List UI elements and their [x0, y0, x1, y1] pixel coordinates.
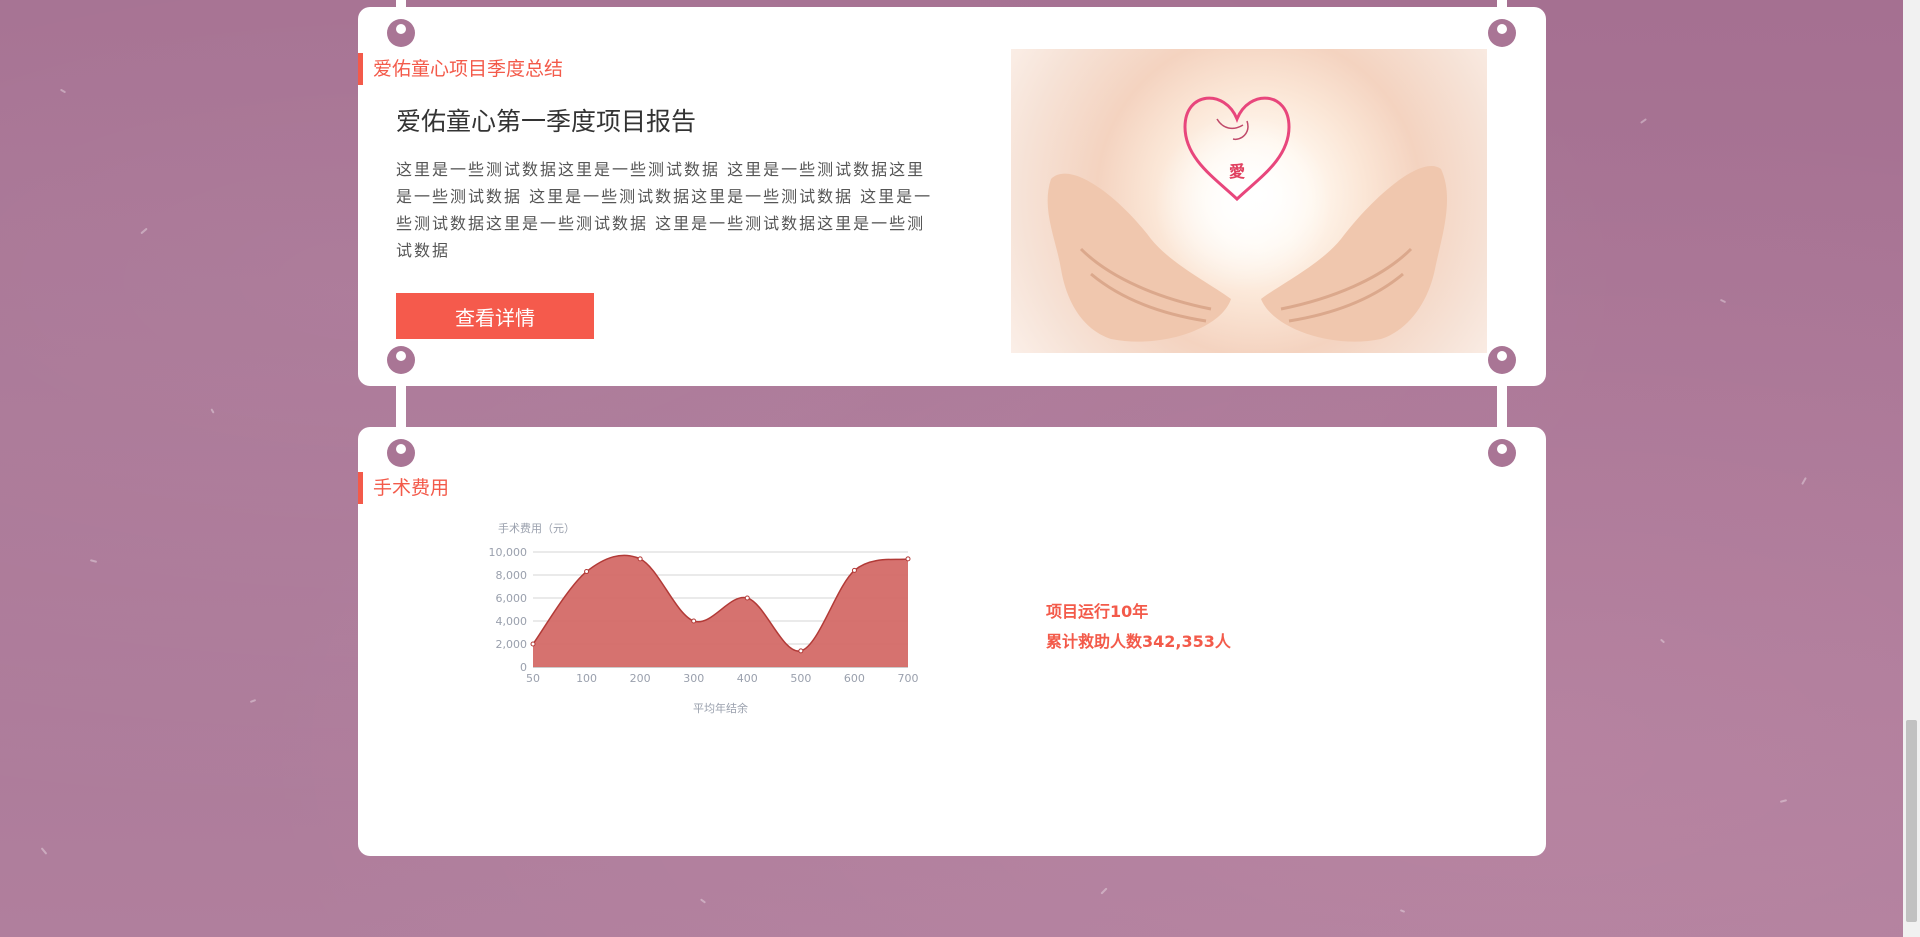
- x-tick-label: 500: [790, 672, 811, 685]
- x-tick-label: 600: [844, 672, 865, 685]
- report-title: 爱佑童心第一季度项目报告: [396, 107, 697, 136]
- surgery-cost-chart: 0 2,000 4,000 6,000 8,000 10,000 50 100 200 300 40…: [458, 517, 988, 757]
- x-tick-label: 400: [737, 672, 758, 685]
- x-tick-label: 300: [683, 672, 704, 685]
- y-tick-label: 6,000: [496, 592, 528, 605]
- y-tick-label: 10,000: [489, 546, 528, 559]
- x-tick-label: 50: [526, 672, 540, 685]
- section-heading-summary: 爱佑童心项目季度总结: [358, 53, 563, 85]
- ring-hole-icon: [387, 19, 415, 47]
- page-scrollbar[interactable]: [1903, 0, 1920, 937]
- data-point: [530, 641, 536, 647]
- data-point: [798, 648, 804, 654]
- y-tick-label: 2,000: [496, 638, 528, 651]
- y-axis-title: 手术费用（元）: [498, 521, 575, 535]
- connector-post-right: [1497, 386, 1507, 428]
- ring-hole-icon: [1488, 19, 1516, 47]
- data-point: [691, 618, 697, 624]
- ring-hole-icon: [1488, 439, 1516, 467]
- scrollbar-thumb[interactable]: [1906, 720, 1917, 922]
- data-point: [637, 556, 643, 562]
- x-axis-title: 平均年结余: [693, 701, 748, 715]
- report-card: 爱佑童心项目季度总结 爱佑童心第一季度项目报告 这里是一些测试数据这里是一些测试…: [358, 7, 1546, 386]
- chart-svg: 02,0004,0006,0008,00010,00050 100 200 300 40…: [489, 521, 919, 715]
- x-tick-label: 200: [630, 672, 651, 685]
- report-body: 这里是一些测试数据这里是一些测试数据 这里是一些测试数据这里是一些测试数据 这里…: [396, 160, 933, 260]
- ring-hole-icon: [387, 439, 415, 467]
- connector-post-left: [396, 386, 406, 428]
- heart-caption: 愛: [1229, 162, 1245, 181]
- data-point: [744, 595, 750, 601]
- hands-heart-illustration: 愛: [1047, 89, 1448, 342]
- hands-heart-image: 愛: [1011, 49, 1487, 353]
- data-point: [584, 569, 590, 575]
- section-heading-surgery-cost: 手术费用: [358, 472, 449, 504]
- y-tick-label: 4,000: [496, 615, 528, 628]
- surgery-cost-card: 手术费用 0 2,000 4,000 6,000 8,000 10,000 50 100 200…: [358, 427, 1546, 856]
- ring-hole-icon: [387, 346, 415, 374]
- project-stats: 项目运行10年 累计救助人数342,353人: [1046, 597, 1231, 657]
- data-point: [851, 567, 857, 573]
- view-details-button[interactable]: 查看详情: [396, 293, 594, 339]
- y-tick-label: 8,000: [496, 569, 528, 582]
- data-point: [905, 556, 911, 562]
- stats-helped-count: 累计救助人数342,353人: [1046, 632, 1231, 651]
- ring-hole-icon: [1488, 346, 1516, 374]
- stats-years: 项目运行10年: [1046, 602, 1149, 621]
- x-tick-label: 700: [898, 672, 919, 685]
- x-tick-label: 100: [576, 672, 597, 685]
